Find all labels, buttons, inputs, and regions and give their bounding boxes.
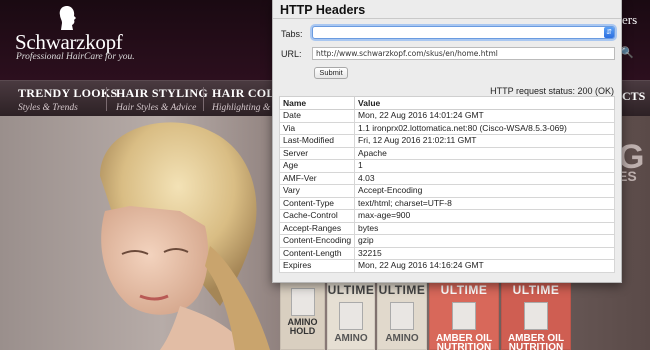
request-status: HTTP request status: 200 (OK) xyxy=(490,86,614,96)
logo-head-icon xyxy=(59,6,76,30)
table-row: Content-Length 32215 xyxy=(278,246,615,260)
header-value-cell: Apache xyxy=(354,146,615,160)
header-name-cell: Last-Modified xyxy=(278,134,356,148)
nav-divider xyxy=(203,87,204,111)
header-value-cell: Mon, 22 Aug 2016 14:16:24 GMT xyxy=(354,259,615,273)
table-row: AMF-Ver 4.03 xyxy=(278,171,615,185)
nav-item-title: HAIR STYLING xyxy=(116,86,208,100)
nav-item-subtitle: Hair Styles & Advice xyxy=(116,103,197,113)
header-name-cell: Age xyxy=(278,159,356,173)
product-brand: ULTIME xyxy=(440,283,488,297)
table-row: Server Apache xyxy=(278,146,615,160)
product-label: AMINO xyxy=(385,333,419,344)
nav-divider xyxy=(106,87,107,111)
header-value-cell: Accept-Encoding xyxy=(354,184,615,198)
product-bottle[interactable]: ULTIME AMBER OIL NUTRITION xyxy=(501,280,571,350)
brand-tagline: Professional HairCare for you. xyxy=(16,52,135,62)
header-name-cell: Via xyxy=(278,121,356,135)
header-value-cell: 1 xyxy=(354,159,615,173)
popup-title: HTTP Headers xyxy=(280,3,366,17)
table-row: Cache-Control max-age=900 xyxy=(278,209,615,223)
table-row: Expires Mon, 22 Aug 2016 14:16:24 GMT xyxy=(278,259,615,273)
headers-table-body: Date Mon, 22 Aug 2016 14:01:24 GMT Via 1.1 … xyxy=(278,109,615,273)
header-name-cell: Cache-Control xyxy=(278,209,356,223)
product-brand: ULTIME xyxy=(378,283,426,297)
product-brand: ULTIME xyxy=(512,283,560,297)
header-value-cell: bytes xyxy=(354,221,615,235)
table-header-row: Name Value xyxy=(278,96,615,110)
header-value-cell: Mon, 22 Aug 2016 14:01:24 GMT xyxy=(354,109,615,123)
table-row: Content-Encoding gzip xyxy=(278,234,615,248)
table-row: Via 1.1 ironprx02.lottomatica.net:80 (Cis… xyxy=(278,121,615,135)
product-label: AMINO xyxy=(334,333,368,344)
product-label: AMINO HOLD xyxy=(287,317,318,336)
submit-button[interactable]: Submit xyxy=(314,67,348,79)
product-badge-icon xyxy=(452,302,476,330)
product-bottle[interactable]: ULTIME AMINO xyxy=(327,280,375,350)
product-badge-icon xyxy=(290,288,315,316)
http-headers-popup: HTTP Headers Tabs: ⇵ URL: http://www.sch… xyxy=(272,0,622,283)
product-bottle[interactable]: AMINO HOLD xyxy=(280,280,325,350)
table-row: Accept-Ranges bytes xyxy=(278,221,615,235)
header-name-cell: Accept-Ranges xyxy=(278,221,356,235)
header-name-cell: Server xyxy=(278,146,356,160)
nav-item-subtitle: Styles & Trends xyxy=(18,103,78,113)
title-divider xyxy=(273,18,621,19)
header-value-cell: text/html; charset=UTF-8 xyxy=(354,196,615,210)
table-row: Age 1 xyxy=(278,159,615,173)
model-portrait-image xyxy=(100,122,270,350)
header-partial-text: ers xyxy=(622,12,638,27)
nav-item-trendy-looks[interactable]: TRENDY LOOKS Styles & Trends xyxy=(18,86,118,113)
header-value-cell: gzip xyxy=(354,234,615,248)
header-value-cell: Fri, 12 Aug 2016 21:02:11 GMT xyxy=(354,134,615,148)
nav-item-title: TRENDY LOOKS xyxy=(18,86,118,100)
product-label: AMBER OIL NUTRITION xyxy=(435,333,493,350)
product-bottle[interactable]: ULTIME AMINO xyxy=(377,280,427,350)
search-icon[interactable]: 🔍 xyxy=(620,46,634,59)
dropdown-arrows-icon[interactable]: ⇵ xyxy=(604,27,614,38)
header-name-cell: Expires xyxy=(278,259,356,273)
product-badge-icon xyxy=(390,302,414,330)
header-name-cell: AMF-Ver xyxy=(278,171,356,185)
product-brand: ULTIME xyxy=(327,283,375,297)
url-input[interactable]: http://www.schwarzkopf.com/skus/en/home.… xyxy=(312,47,615,60)
header-value-cell: 1.1 ironprx02.lottomatica.net:80 (Cisco-… xyxy=(354,121,615,135)
table-row: Last-Modified Fri, 12 Aug 2016 21:02:11 G… xyxy=(278,134,615,148)
nav-item-hair-styling[interactable]: HAIR STYLING Hair Styles & Advice xyxy=(116,86,208,113)
header-value-cell: 4.03 xyxy=(354,171,615,185)
product-label: AMBER OIL NUTRITION xyxy=(507,333,565,350)
table-row: Content-Type text/html; charset=UTF-8 xyxy=(278,196,615,210)
product-badge-icon xyxy=(524,302,548,330)
table-row: Vary Accept-Encoding xyxy=(278,184,615,198)
column-header-value: Value xyxy=(354,96,615,110)
header-name-cell: Content-Type xyxy=(278,196,356,210)
header-name-cell: Vary xyxy=(278,184,356,198)
product-badge-icon xyxy=(339,302,363,330)
nav-item-products-partial[interactable]: CTS xyxy=(622,89,645,104)
product-bottle[interactable]: ULTIME AMBER OIL NUTRITION xyxy=(429,280,499,350)
column-header-name: Name xyxy=(278,96,356,110)
header-value-cell: max-age=900 xyxy=(354,209,615,223)
table-row: Date Mon, 22 Aug 2016 14:01:24 GMT xyxy=(278,109,615,123)
header-name-cell: Content-Length xyxy=(278,246,356,260)
tabs-label: Tabs: xyxy=(281,29,303,39)
header-name-cell: Content-Encoding xyxy=(278,234,356,248)
url-label: URL: xyxy=(281,49,302,59)
headers-table: Name Value Date Mon, 22 Aug 2016 14:01:24… xyxy=(278,96,615,273)
header-name-cell: Date xyxy=(278,109,356,123)
header-value-cell: 32215 xyxy=(354,246,615,260)
tabs-select[interactable]: ⇵ xyxy=(312,26,615,39)
